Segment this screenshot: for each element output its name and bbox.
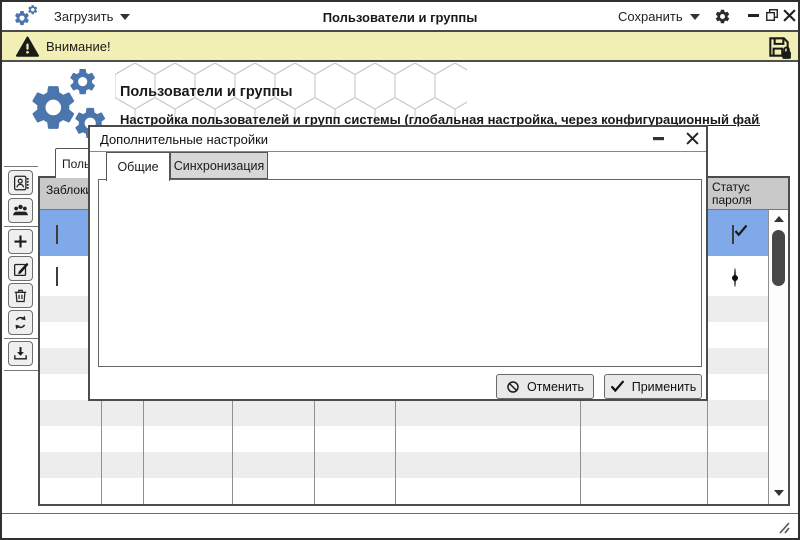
app-logo-gears-icon bbox=[12, 4, 42, 30]
plus-icon bbox=[12, 233, 29, 250]
refresh-icon bbox=[12, 314, 29, 331]
apply-button[interactable]: Применить bbox=[604, 374, 702, 399]
chevron-down-icon bbox=[690, 14, 700, 20]
locked-checkbox[interactable] bbox=[56, 267, 58, 286]
column-header-password-status[interactable]: Статус пароля bbox=[712, 181, 768, 207]
dialog-tab-general-label: Общие bbox=[117, 160, 158, 174]
import-download-icon bbox=[12, 345, 29, 362]
apply-label: Применить bbox=[632, 380, 697, 394]
password-status-radio[interactable] bbox=[734, 268, 736, 287]
load-menu-label: Загрузить bbox=[54, 9, 113, 24]
dialog-tab-general[interactable]: Общие bbox=[106, 152, 170, 181]
table-row-empty bbox=[40, 400, 768, 426]
trash-icon bbox=[12, 287, 29, 304]
chevron-down-icon bbox=[120, 14, 130, 20]
save-lock-icon[interactable] bbox=[766, 34, 792, 60]
toolbar-separator bbox=[4, 166, 38, 167]
dialog-title: Дополнительные настройки bbox=[100, 132, 268, 147]
toolbar-separator bbox=[4, 338, 38, 339]
dialog-title-bar: Дополнительные настройки bbox=[90, 127, 706, 152]
table-row-empty bbox=[40, 452, 768, 478]
dialog-minimize-button[interactable] bbox=[653, 137, 664, 141]
load-menu[interactable]: Загрузить bbox=[54, 9, 130, 24]
warning-message: Внимание! bbox=[46, 39, 111, 54]
cancel-icon bbox=[506, 380, 520, 394]
edit-pencil-icon bbox=[12, 260, 30, 278]
add-button[interactable] bbox=[8, 229, 33, 254]
edit-button[interactable] bbox=[8, 256, 33, 281]
table-row-empty bbox=[40, 426, 768, 452]
refresh-button[interactable] bbox=[8, 310, 33, 335]
maximize-button[interactable] bbox=[765, 8, 779, 22]
locked-checkbox[interactable] bbox=[56, 225, 58, 244]
warning-icon bbox=[15, 35, 40, 59]
groups-view-button[interactable] bbox=[8, 198, 33, 223]
scroll-up-icon[interactable] bbox=[774, 216, 784, 222]
vertical-scrollbar[interactable] bbox=[768, 210, 788, 504]
user-card-icon bbox=[12, 174, 30, 192]
user-group-icon bbox=[11, 201, 30, 220]
additional-settings-dialog: Дополнительные настройки Общие Синхрониз… bbox=[88, 125, 708, 401]
dialog-general-panel bbox=[98, 179, 702, 367]
scrollbar-thumb[interactable] bbox=[772, 230, 785, 286]
window-title: Пользователи и группы bbox=[252, 10, 548, 25]
dialog-tab-sync-label: Синхронизация bbox=[174, 159, 265, 173]
status-bar bbox=[2, 513, 798, 538]
table-row-empty bbox=[40, 478, 768, 504]
toolbar-separator bbox=[4, 226, 38, 227]
close-button[interactable] bbox=[783, 9, 796, 22]
users-view-button[interactable] bbox=[8, 170, 33, 195]
settings-gear-button[interactable] bbox=[714, 8, 731, 25]
toolbar-separator bbox=[4, 370, 38, 371]
save-menu-label: Сохранить bbox=[618, 9, 683, 24]
page-title: Пользователи и группы bbox=[120, 84, 292, 100]
title-bar: Загрузить Пользователи и группы Сохранит… bbox=[2, 2, 798, 32]
delete-button[interactable] bbox=[8, 283, 33, 308]
check-icon bbox=[610, 380, 625, 393]
cancel-button[interactable]: Отменить bbox=[496, 374, 594, 399]
password-status-checkbox-checked[interactable] bbox=[732, 225, 734, 244]
cancel-label: Отменить bbox=[527, 380, 584, 394]
minimize-button[interactable] bbox=[748, 14, 760, 18]
import-button[interactable] bbox=[8, 341, 33, 366]
application-window: Загрузить Пользователи и группы Сохранит… bbox=[0, 0, 800, 540]
save-menu[interactable]: Сохранить bbox=[618, 9, 700, 24]
warning-bar: Внимание! bbox=[2, 32, 798, 62]
resize-grip[interactable] bbox=[777, 521, 791, 534]
scroll-down-icon[interactable] bbox=[774, 490, 784, 496]
dialog-tab-sync[interactable]: Синхронизация bbox=[170, 152, 268, 179]
dialog-close-button[interactable] bbox=[686, 132, 699, 145]
